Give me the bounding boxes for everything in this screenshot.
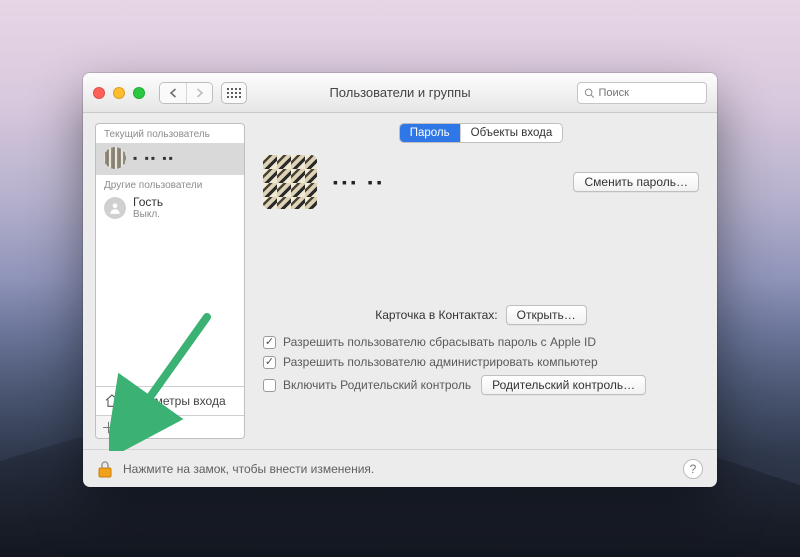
zoom-icon[interactable]	[133, 87, 145, 99]
nav-back-forward	[159, 82, 213, 104]
search-field[interactable]	[577, 82, 707, 104]
login-options-label: Параметры входа	[126, 394, 226, 408]
search-icon	[584, 87, 595, 99]
option-parental[interactable]: Включить Родительский контроль	[263, 378, 471, 392]
forward-button[interactable]	[186, 83, 212, 103]
prefs-window: Пользователи и группы Текущий пользовате…	[83, 73, 717, 487]
option-allow-admin-label: Разрешить пользователю администрировать …	[283, 355, 598, 369]
sidebar-add-remove: ＋ －	[96, 415, 244, 438]
avatar	[104, 147, 126, 169]
main-panel: Пароль Объекты входа ▪▪▪ ▪▪ Сменить паро…	[257, 123, 705, 439]
user-sidebar: Текущий пользователь ▪ ▪▪ ▪▪ Другие поль…	[95, 123, 245, 439]
sidebar-header-others: Другие пользователи	[96, 175, 244, 194]
tabs: Пароль Объекты входа	[399, 123, 564, 143]
options: Разрешить пользователю сбрасывать пароль…	[257, 335, 705, 395]
contacts-row: Карточка в Контактах: Открыть…	[257, 305, 705, 325]
checkbox-icon	[263, 379, 276, 392]
user-avatar[interactable]	[263, 155, 317, 209]
checkbox-icon	[263, 336, 276, 349]
open-contacts-button[interactable]: Открыть…	[506, 305, 587, 325]
sidebar-item-login-options[interactable]: Параметры входа	[96, 386, 244, 415]
titlebar: Пользователи и группы	[83, 73, 717, 113]
window-controls	[93, 87, 145, 99]
remove-user-button[interactable]: －	[122, 416, 148, 438]
tab-password[interactable]: Пароль	[400, 124, 460, 142]
close-icon[interactable]	[93, 87, 105, 99]
lock-icon[interactable]	[97, 460, 113, 478]
guest-status: Выкл.	[133, 209, 163, 220]
house-icon	[104, 393, 120, 409]
change-password-button[interactable]: Сменить пароль…	[573, 172, 699, 192]
current-user-name: ▪ ▪▪ ▪▪	[133, 151, 175, 165]
grid-icon	[227, 88, 241, 98]
add-user-button[interactable]: ＋	[96, 416, 122, 438]
user-full-name: ▪▪▪ ▪▪	[333, 174, 386, 190]
option-parental-label: Включить Родительский контроль	[283, 378, 471, 392]
user-hero: ▪▪▪ ▪▪ Сменить пароль…	[257, 153, 705, 209]
help-button[interactable]: ?	[683, 459, 703, 479]
lock-hint: Нажмите на замок, чтобы внести изменения…	[123, 462, 374, 476]
sidebar-item-current-user[interactable]: ▪ ▪▪ ▪▪	[96, 143, 244, 175]
footer: Нажмите на замок, чтобы внести изменения…	[83, 449, 717, 487]
open-parental-button[interactable]: Родительский контроль…	[481, 375, 646, 395]
guest-name: Гость	[133, 196, 163, 209]
option-allow-reset-label: Разрешить пользователю сбрасывать пароль…	[283, 335, 596, 349]
content: Текущий пользователь ▪ ▪▪ ▪▪ Другие поль…	[83, 113, 717, 449]
sidebar-item-guest[interactable]: Гость Выкл.	[96, 194, 244, 226]
contacts-label: Карточка в Контактах:	[375, 308, 497, 322]
guest-avatar-icon	[104, 197, 126, 219]
search-input[interactable]	[599, 87, 701, 99]
option-allow-admin[interactable]: Разрешить пользователю администрировать …	[263, 355, 699, 369]
sidebar-header-current: Текущий пользователь	[96, 124, 244, 143]
tab-login-items[interactable]: Объекты входа	[460, 124, 563, 142]
show-all-button[interactable]	[221, 82, 247, 104]
option-allow-reset[interactable]: Разрешить пользователю сбрасывать пароль…	[263, 335, 699, 349]
minimize-icon[interactable]	[113, 87, 125, 99]
checkbox-icon	[263, 356, 276, 369]
back-button[interactable]	[160, 83, 186, 103]
